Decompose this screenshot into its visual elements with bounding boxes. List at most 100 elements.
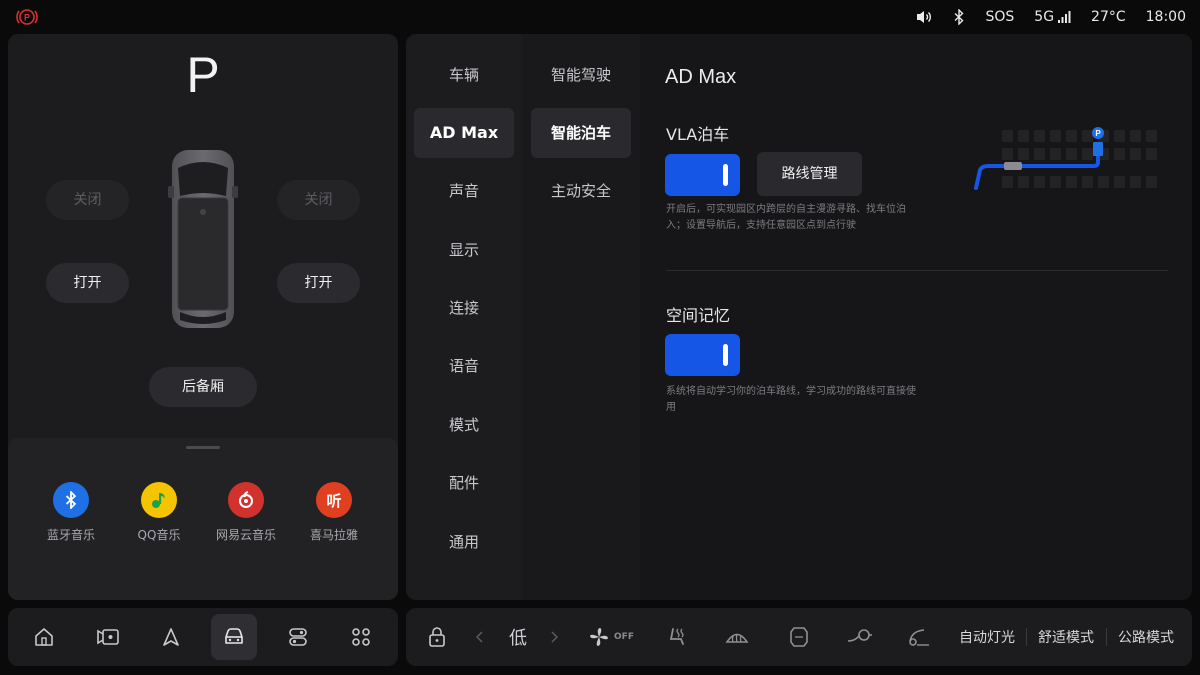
right-door-open-button[interactable]: 打开 [277, 263, 360, 303]
left-window-close-button[interactable]: 关闭 [46, 180, 129, 220]
climate-bar: 低 OFF 自动灯光 舒适模式 公路模式 [406, 608, 1192, 666]
car-top-view-image [164, 146, 242, 336]
ximalaya-icon: 听 [316, 482, 352, 518]
status-bar: P SOS 5G 27°C 18:00 [0, 0, 1200, 34]
sub-item-active-safety[interactable]: 主动安全 [531, 166, 631, 216]
app-netease-music[interactable]: 网易云音乐 [206, 482, 286, 543]
toggle-knob [723, 164, 728, 186]
signal-icon [1058, 11, 1071, 23]
volume-icon[interactable] [915, 9, 933, 25]
media-apps-drawer: 蓝牙音乐 QQ音乐 网易云音乐 听 喜马拉雅 [8, 438, 398, 600]
auto-lights-button[interactable]: 自动灯光 [954, 608, 1020, 666]
app-qq-music[interactable]: QQ音乐 [119, 482, 199, 543]
sos-button[interactable]: SOS [985, 9, 1014, 25]
app-label: 网易云音乐 [215, 528, 276, 542]
netease-music-icon [228, 482, 264, 518]
settings-menu: 车辆 AD Max 声音 显示 连接 语音 模式 配件 通用 [406, 34, 522, 600]
separator [1026, 628, 1027, 646]
gear-indicator: P [186, 47, 220, 103]
navigation-icon [163, 628, 179, 646]
apps-button[interactable] [338, 614, 384, 660]
vla-parking-description: 开启后，可实现园区内跨层的自主漫游寻路、找车位泊入；设置导航后，支持任意园区点到… [666, 204, 906, 231]
front-defrost-button[interactable] [724, 608, 750, 666]
outside-temperature: 27°C [1091, 9, 1126, 25]
parking-map-illustration: P [966, 126, 1176, 200]
seat-heat-button[interactable] [664, 608, 690, 666]
home-button[interactable] [21, 614, 67, 660]
chevron-left-icon [476, 631, 483, 643]
ximalaya-glyph: 听 [326, 491, 342, 510]
status-indicators: SOS 5G 27°C 18:00 [915, 0, 1186, 34]
space-memory-toggle[interactable] [665, 334, 740, 376]
lock-icon [429, 627, 445, 647]
lock-button[interactable] [424, 608, 450, 666]
sub-item-smart-driving[interactable]: 智能驾驶 [531, 50, 631, 100]
menu-item-connect[interactable]: 连接 [414, 283, 514, 333]
menu-item-voice[interactable]: 语音 [414, 341, 514, 391]
fan-toggle-button[interactable]: OFF [586, 608, 636, 666]
page-title: AD Max [665, 66, 737, 88]
comfort-mode-button[interactable]: 舒适模式 [1033, 608, 1099, 666]
app-dock [8, 608, 398, 666]
menu-item-sound[interactable]: 声音 [414, 166, 514, 216]
toggle-knob [723, 344, 728, 366]
menu-item-vehicle[interactable]: 车辆 [414, 50, 514, 100]
app-label: 蓝牙音乐 [46, 528, 95, 542]
app-label: QQ音乐 [137, 528, 181, 542]
qq-music-icon [141, 482, 177, 518]
parking-brake-icon: P [16, 7, 38, 31]
wiper-icon [909, 629, 929, 646]
camera-button[interactable] [85, 614, 131, 660]
network-type: 5G [1034, 9, 1055, 25]
seat-heat-icon [669, 628, 684, 645]
fan-level-value: 低 [509, 628, 527, 649]
space-memory-description: 系统将自动学习你的泊车路线，学习成功的路线可直接使用 [666, 386, 916, 413]
mirror-fold-button[interactable] [844, 608, 874, 666]
navigation-button[interactable] [148, 614, 194, 660]
sub-item-smart-parking[interactable]: 智能泊车 [531, 108, 631, 158]
vla-parking-toggle[interactable] [665, 154, 740, 196]
camera-icon [97, 629, 119, 645]
menu-item-display[interactable]: 显示 [414, 225, 514, 275]
fan-state-label: OFF [614, 632, 634, 642]
front-defrost-icon [725, 633, 749, 643]
app-ximalaya[interactable]: 听 喜马拉雅 [294, 482, 374, 543]
clock: 18:00 [1145, 9, 1186, 25]
menu-item-accessories[interactable]: 配件 [414, 458, 514, 508]
road-mode-button[interactable]: 公路模式 [1113, 608, 1179, 666]
vehicle-button[interactable] [211, 614, 257, 660]
recirculation-icon [790, 627, 808, 647]
chevron-right-icon [551, 631, 558, 643]
recirculation-button[interactable] [786, 608, 812, 666]
vla-parking-title: VLA泊车 [666, 125, 730, 144]
car-icon [225, 628, 243, 644]
section-divider [666, 270, 1168, 271]
route-management-button[interactable]: 路线管理 [757, 152, 862, 196]
right-window-close-button[interactable]: 关闭 [277, 180, 360, 220]
home-icon [35, 628, 53, 646]
svg-text:P: P [24, 13, 30, 23]
menu-item-ad-max[interactable]: AD Max [414, 108, 514, 158]
app-bluetooth-music[interactable]: 蓝牙音乐 [31, 482, 111, 543]
bluetooth-music-icon [53, 482, 89, 518]
toggles-icon [289, 628, 307, 646]
mirror-icon [847, 629, 872, 642]
bluetooth-icon[interactable] [953, 9, 965, 25]
vehicle-panel: P 关闭 关闭 打开 打开 后备厢 蓝牙音乐 QQ音乐 网易云音乐 听 喜马拉雅 [8, 34, 398, 600]
map-parking-marker: P [1095, 129, 1101, 138]
menu-item-mode[interactable]: 模式 [414, 400, 514, 450]
left-door-open-button[interactable]: 打开 [46, 263, 129, 303]
settings-content: AD Max VLA泊车 路线管理 开启后，可实现园区内跨层的自主漫游寻路、找车… [640, 34, 1192, 600]
drawer-handle[interactable] [186, 446, 220, 449]
fan-icon [590, 628, 609, 646]
fan-increase-button[interactable] [546, 608, 562, 666]
settings-panel: 车辆 AD Max 声音 显示 连接 语音 模式 配件 通用 智能驾驶 智能泊车… [406, 34, 1192, 600]
wiper-button[interactable] [906, 608, 934, 666]
sub-menu: 智能驾驶 智能泊车 主动安全 [522, 34, 640, 600]
menu-item-general[interactable]: 通用 [414, 517, 514, 567]
network-indicator: 5G [1034, 9, 1071, 25]
controls-button[interactable] [275, 614, 321, 660]
trunk-button[interactable]: 后备厢 [149, 367, 257, 407]
fan-decrease-button[interactable] [472, 608, 488, 666]
apps-grid-icon [352, 628, 370, 646]
